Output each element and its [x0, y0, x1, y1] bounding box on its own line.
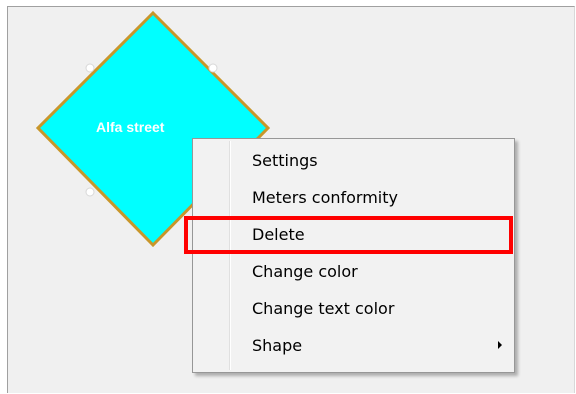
shape-label: Alfa street [96, 119, 165, 135]
menu-item-label: Change color [252, 262, 358, 281]
delete-highlight-box [184, 216, 513, 254]
menu-item-shape[interactable]: Shape [195, 327, 512, 363]
submenu-arrow-icon [498, 341, 502, 349]
menu-item-label: Change text color [252, 299, 395, 318]
shape-handle-top-right[interactable] [208, 63, 218, 73]
menu-item-label: Settings [252, 151, 318, 170]
menu-item-label: Shape [252, 336, 303, 355]
context-menu: Settings Meters conformity Delete Change… [192, 138, 515, 373]
shape-handle-bottom-left[interactable] [85, 187, 95, 197]
menu-item-meters-conformity[interactable]: Meters conformity [195, 179, 512, 215]
menu-item-change-text-color[interactable]: Change text color [195, 290, 512, 326]
menu-item-change-color[interactable]: Change color [195, 253, 512, 289]
menu-item-label: Meters conformity [252, 188, 398, 207]
menu-item-settings[interactable]: Settings [195, 142, 512, 178]
shape-handle-top-left[interactable] [85, 63, 95, 73]
